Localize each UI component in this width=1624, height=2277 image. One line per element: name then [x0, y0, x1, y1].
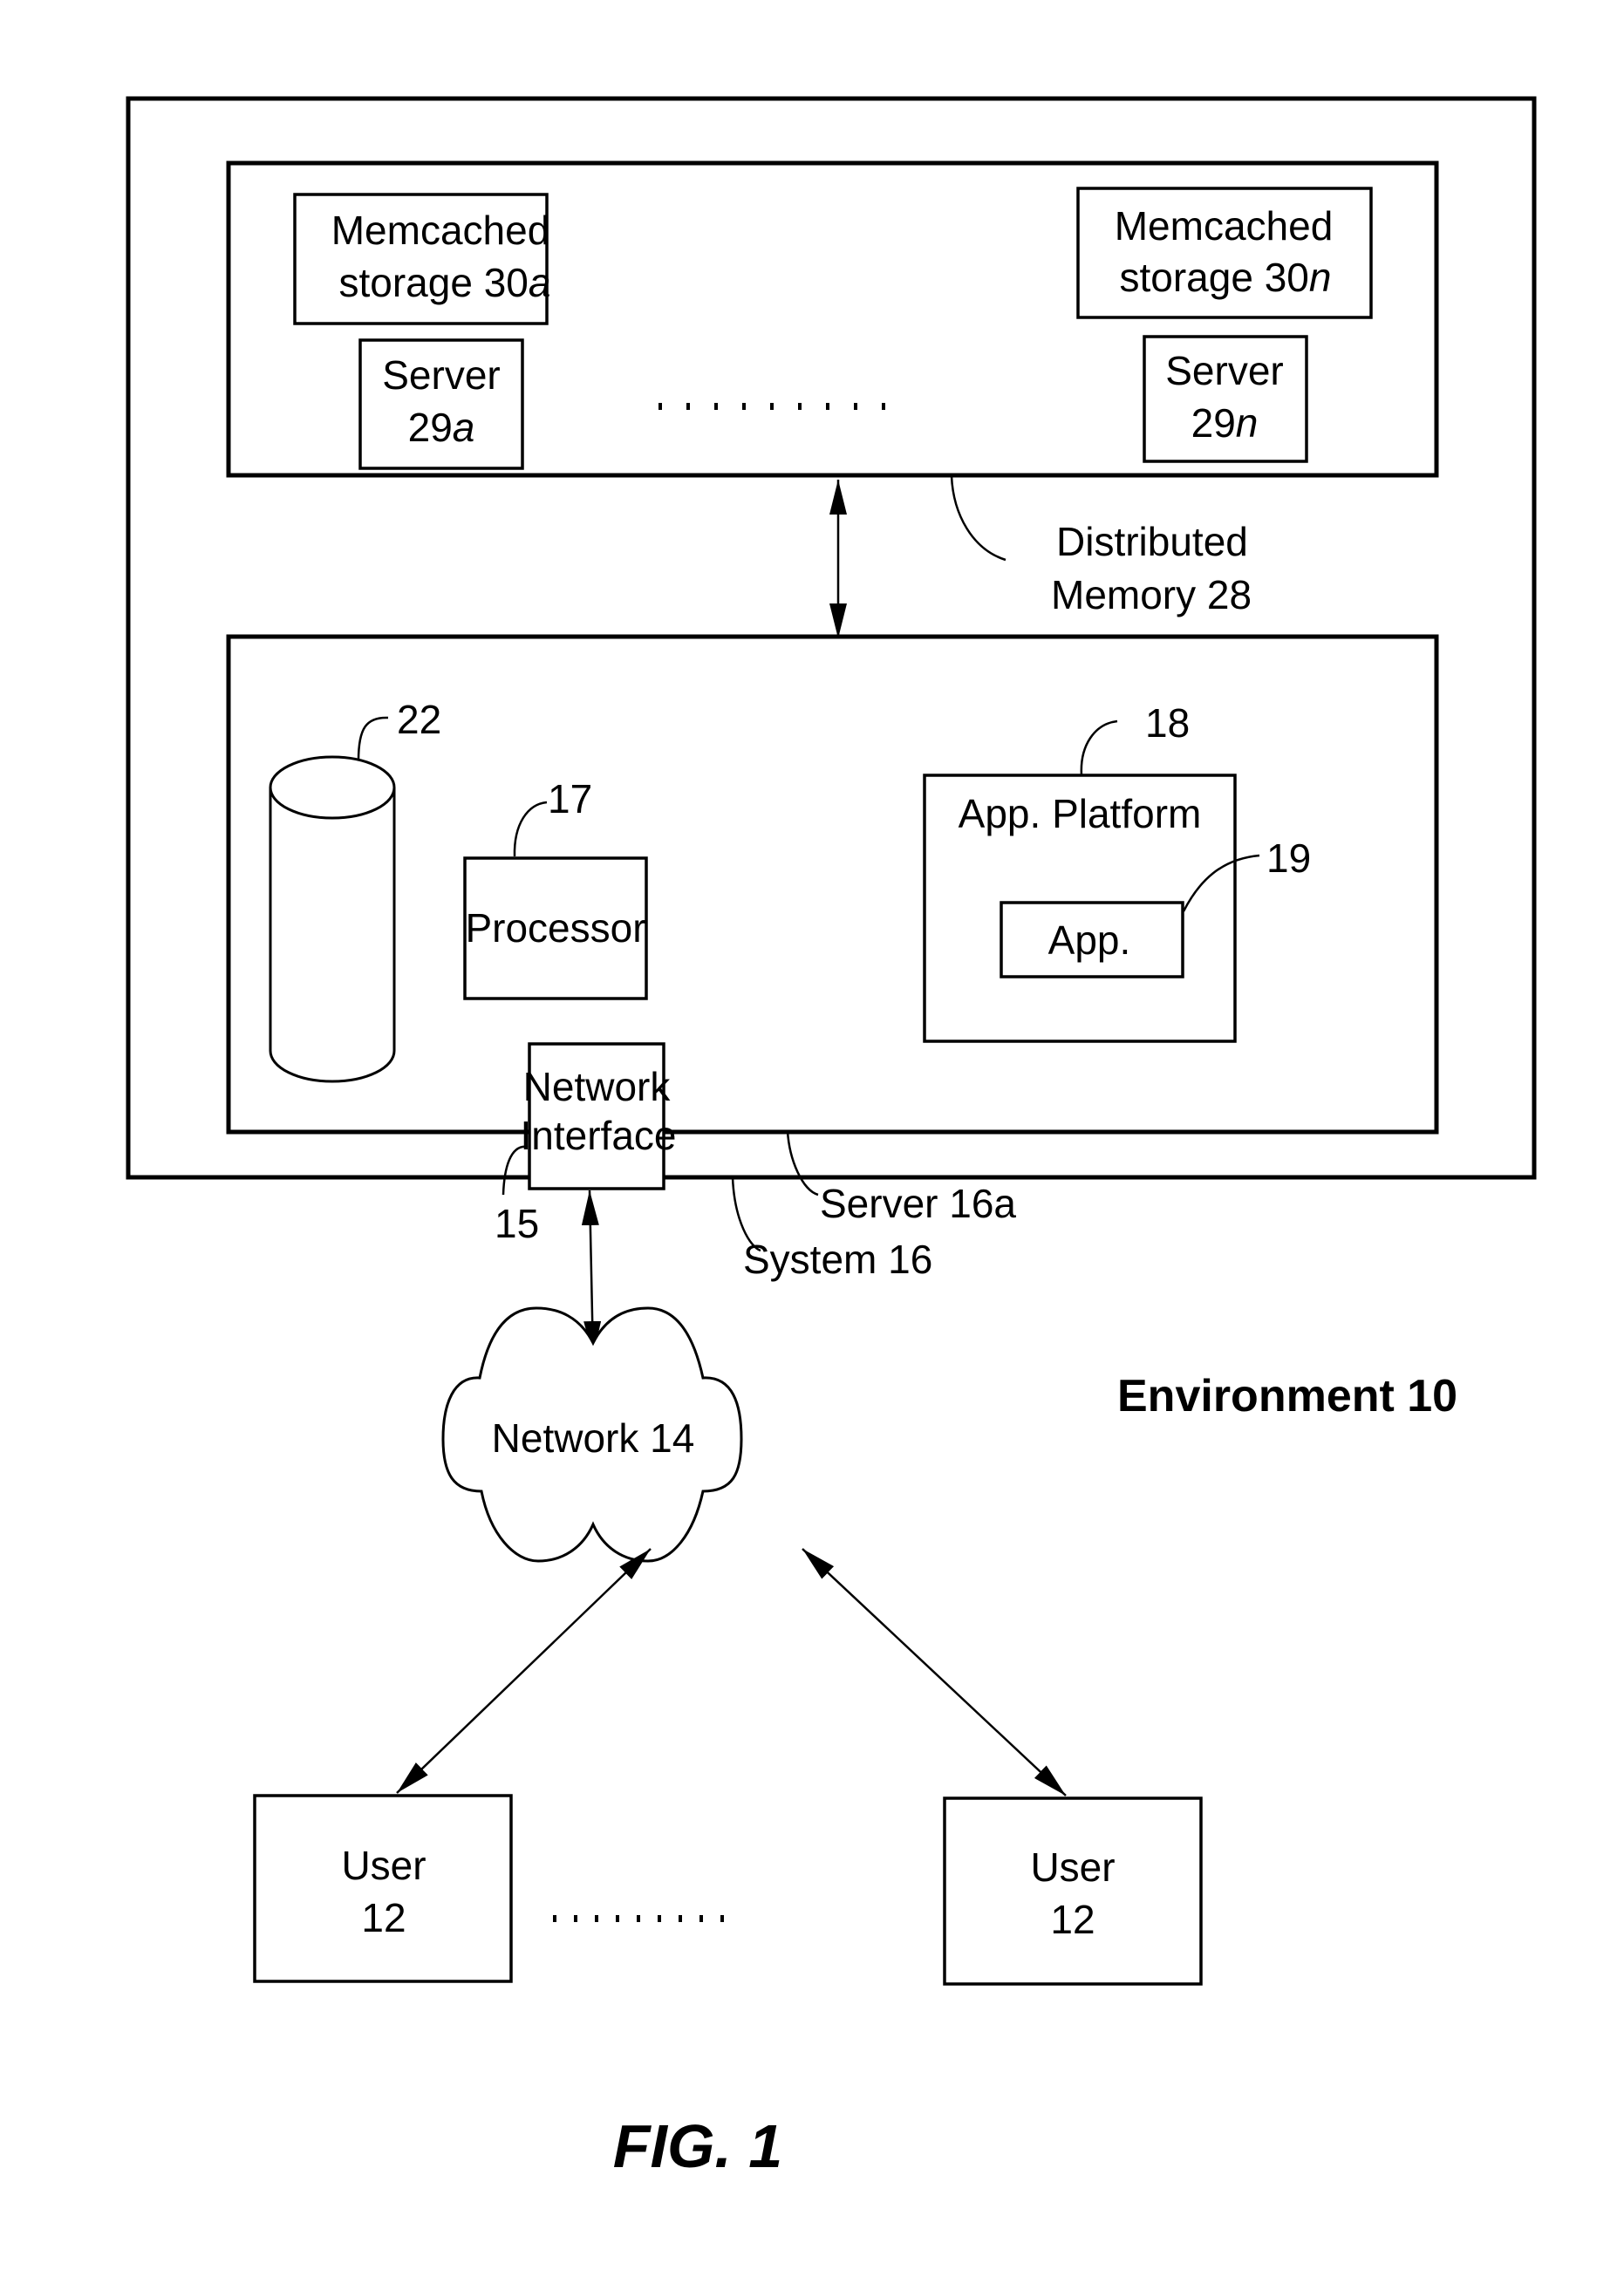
storage-n-line2: storage 30n: [1120, 255, 1332, 300]
system-label: System 16: [743, 1237, 932, 1282]
interface-network-arrow: [581, 1190, 602, 1357]
memcached-storage-n: Memcached storage 30n: [1076, 187, 1373, 319]
user-right-line2: 12: [1050, 1897, 1095, 1942]
server-29n-line1: Server: [1165, 348, 1283, 393]
server-29a-line2: 29a: [408, 405, 475, 450]
ellipsis-dot: [686, 403, 690, 410]
environment-label: Environment 10: [1117, 1371, 1457, 1421]
app-ref: 19: [1266, 835, 1311, 881]
ellipsis-dot: [637, 1915, 640, 1922]
user-box-right: User 12: [943, 1796, 1203, 1986]
ellipsis-dot: [574, 1915, 577, 1922]
environment-diagram: Memcached storage 30a Memcached storage …: [126, 96, 1537, 2180]
ellipsis-dot: [595, 1915, 598, 1922]
memcached-storage-a: Memcached storage 30a: [293, 193, 551, 325]
ellipsis-dot: [882, 403, 885, 410]
user-left-line2: 12: [361, 1895, 406, 1940]
database-cylinder: [269, 755, 396, 1083]
server-29a: Server 29a: [358, 338, 524, 470]
network-interface-line2: Interface: [521, 1113, 677, 1158]
database-ref: 22: [397, 697, 441, 742]
ellipsis-dot: [770, 403, 774, 410]
app-platform-ref: 18: [1145, 700, 1190, 746]
ellipsis-dot: [616, 1915, 619, 1922]
ellipsis-dot: [714, 403, 718, 410]
server-29n: Server 29n: [1143, 335, 1308, 463]
user-box-left: User 12: [253, 1794, 513, 1983]
network-interface-line1: Network: [523, 1064, 672, 1109]
ellipsis-dot: [742, 403, 746, 410]
network-user-left-arrow: [396, 1548, 652, 1794]
figure-caption: FIG. 1: [613, 2112, 782, 2180]
processor-ref: 17: [548, 776, 592, 821]
network-cloud: Network 14: [441, 1306, 743, 1563]
ellipsis-dot: [854, 403, 857, 410]
app-label: App.: [1048, 917, 1131, 963]
storage-a-line1: Memcached: [331, 208, 550, 253]
storage-a-line2: storage 30a: [339, 260, 551, 305]
ellipsis-dot: [826, 403, 829, 410]
app-platform-label: App. Platform: [959, 791, 1202, 836]
network-interface-ref: 15: [495, 1201, 539, 1246]
network-label: Network 14: [492, 1415, 695, 1461]
user-right-line1: User: [1030, 1844, 1115, 1890]
server-29n-line2: 29n: [1191, 400, 1259, 446]
ellipsis-dot: [699, 1915, 703, 1922]
ellipsis-dot: [553, 1915, 556, 1922]
user-left-line1: User: [341, 1843, 426, 1888]
ellipsis-dot: [658, 1915, 661, 1922]
server-label: Server 16a: [820, 1181, 1016, 1226]
app-box: App.: [1000, 901, 1184, 978]
network-user-right-arrow: [802, 1548, 1067, 1796]
distributed-memory-label-line2: Memory 28: [1051, 572, 1252, 617]
storage-n-line1: Memcached: [1115, 203, 1334, 249]
ellipsis-dot: [679, 1915, 682, 1922]
ellipsis-dot: [720, 1915, 724, 1922]
network-interface-box: Network Interface: [521, 1042, 677, 1190]
server-29a-line1: Server: [382, 352, 500, 398]
processor-box: Processor: [463, 856, 648, 1000]
ellipsis-dot: [798, 403, 802, 410]
processor-label: Processor: [465, 905, 645, 951]
ellipsis-dot: [658, 403, 662, 410]
users-ellipsis: [553, 1915, 724, 1922]
distributed-memory-label-line1: Distributed: [1056, 519, 1248, 564]
